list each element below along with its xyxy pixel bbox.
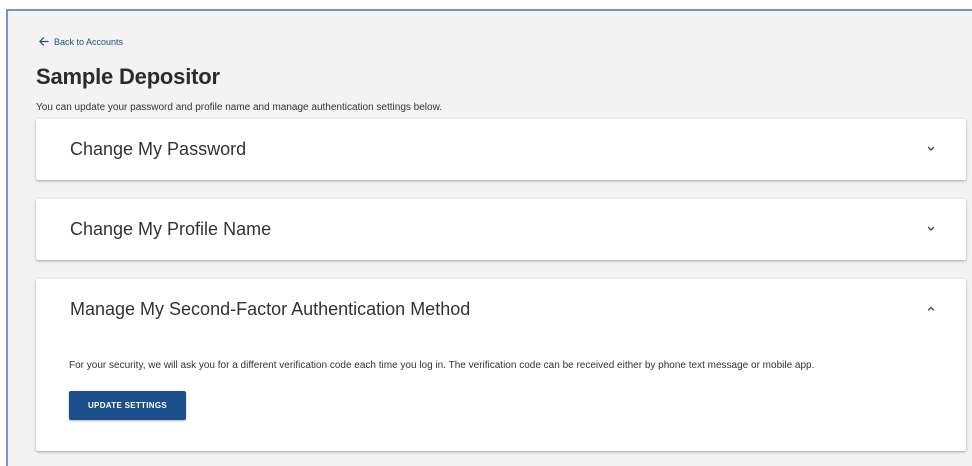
page-intro-text: You can update your password and profile… <box>36 102 443 113</box>
change-profile-name-panel: Change My Profile Name <box>36 199 966 260</box>
change-password-panel: Change My Password <box>36 119 966 180</box>
second-factor-auth-panel: Manage My Second-Factor Authentication M… <box>36 279 966 451</box>
page-frame: Back to Accounts Sample Depositor You ca… <box>6 9 972 466</box>
update-settings-button[interactable]: UPDATE SETTINGS <box>69 391 186 420</box>
back-link-label: Back to Accounts <box>54 36 124 47</box>
change-password-title: Change My Password <box>70 139 247 159</box>
page-title: Sample Depositor <box>36 64 220 89</box>
chevron-up-icon[interactable] <box>926 304 936 314</box>
second-factor-auth-panel-header[interactable]: Manage My Second-Factor Authentication M… <box>36 279 966 339</box>
arrow-left-icon <box>39 37 49 46</box>
change-profile-name-title: Change My Profile Name <box>70 219 272 239</box>
change-profile-name-panel-header[interactable]: Change My Profile Name <box>36 199 966 259</box>
chevron-down-icon[interactable] <box>926 144 936 154</box>
change-password-panel-header[interactable]: Change My Password <box>36 119 966 179</box>
chevron-down-icon[interactable] <box>926 224 936 234</box>
second-factor-auth-description: For your security, we will ask you for a… <box>69 360 815 371</box>
second-factor-auth-title: Manage My Second-Factor Authentication M… <box>70 299 471 319</box>
back-to-accounts-link[interactable]: Back to Accounts <box>38 36 123 47</box>
